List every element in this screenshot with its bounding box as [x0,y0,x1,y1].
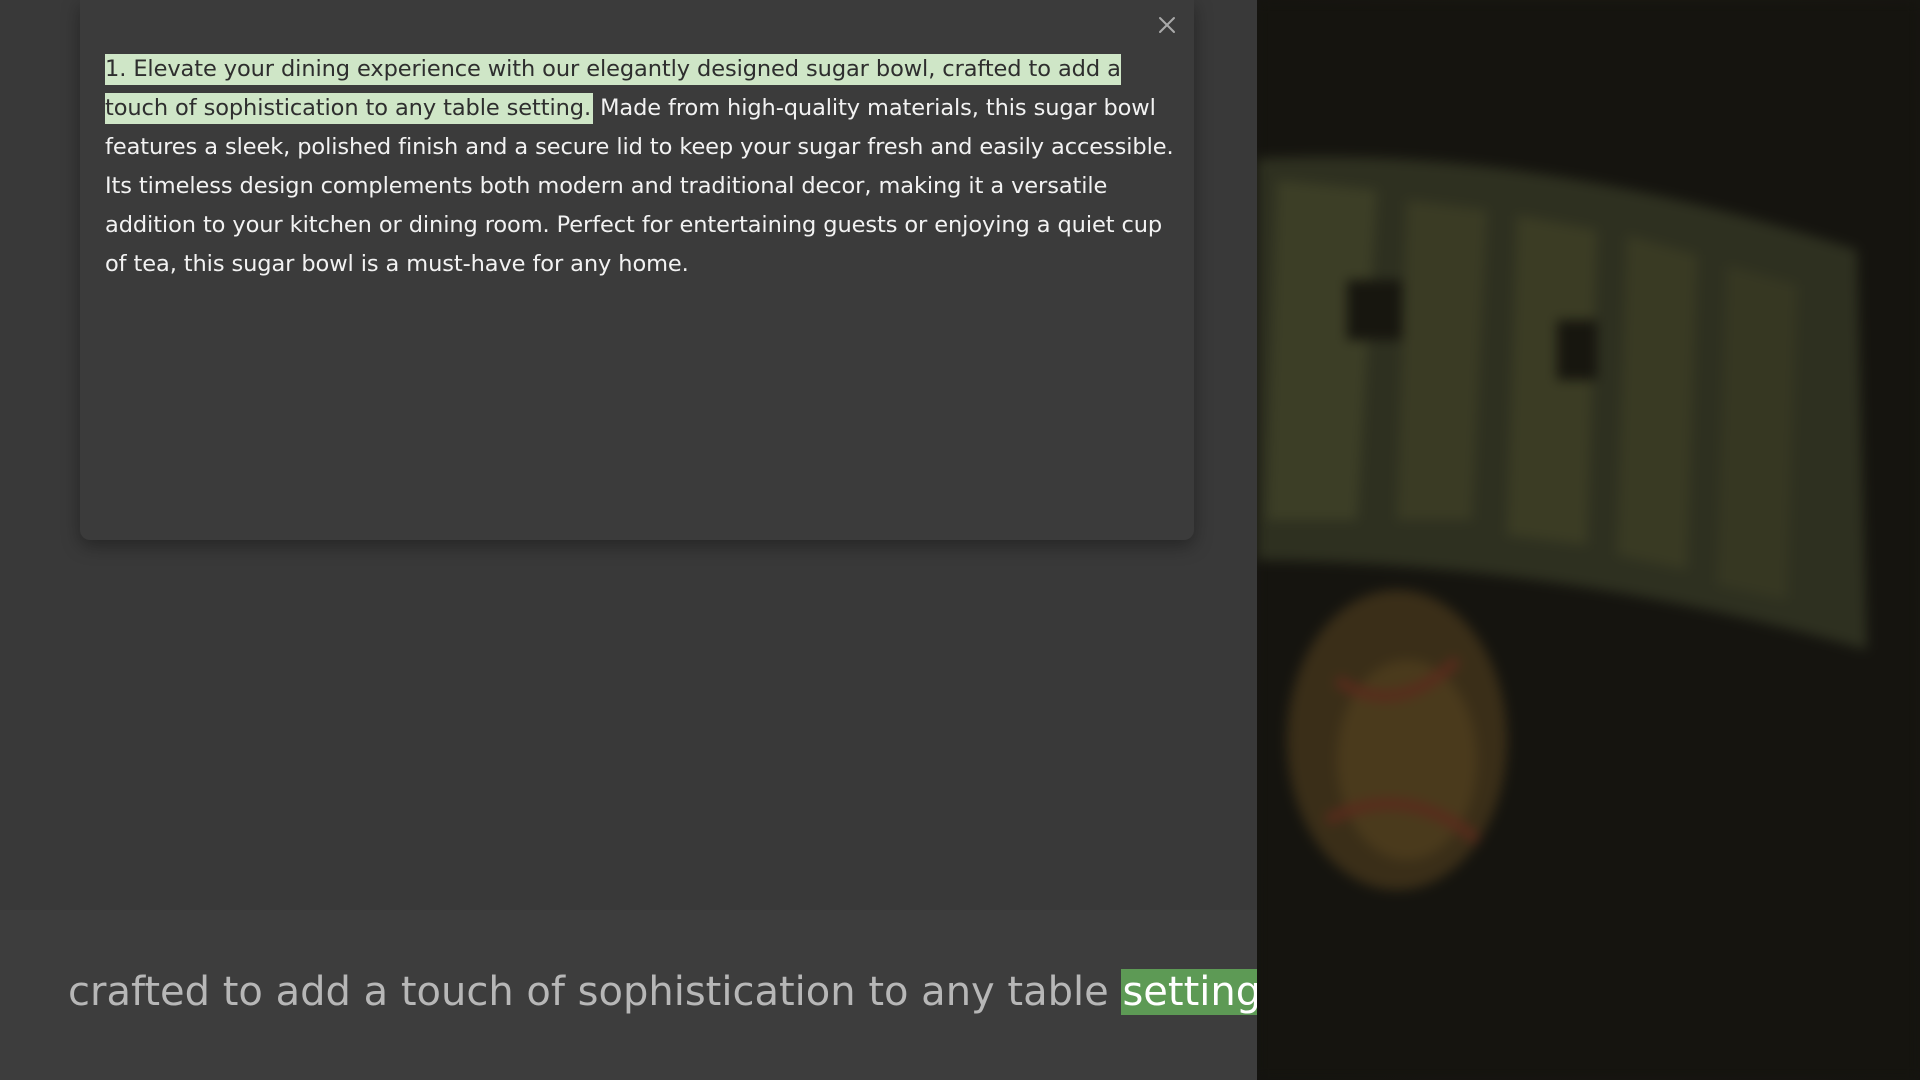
reader-text: 1. Elevate your dining experience with o… [105,50,1180,284]
reader-card: 1. Elevate your dining experience with o… [80,0,1194,540]
app-window: 1. Elevate your dining experience with o… [0,0,1920,1080]
blurred-video-image [1257,0,1920,1080]
caption-before: crafted to add a touch of sophistication… [68,969,1122,1015]
close-button[interactable] [1150,8,1184,42]
caption-current-word: setting [1121,969,1263,1015]
camera-preview [1257,0,1920,1080]
reader-pane: 1. Elevate your dining experience with o… [0,0,1275,1080]
caption-text: crafted to add a touch of sophistication… [68,960,1275,1024]
close-icon [1159,17,1175,33]
